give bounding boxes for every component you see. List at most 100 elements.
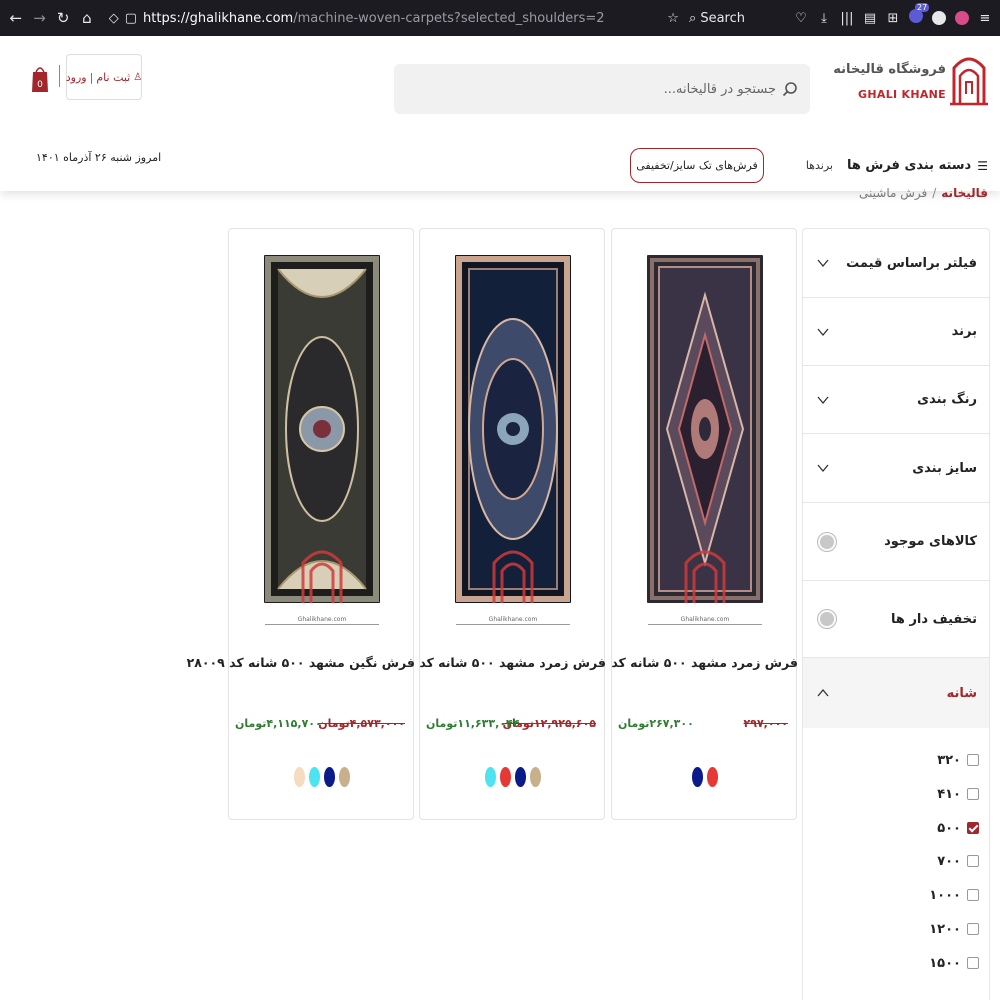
product-title[interactable]: فرش زمرد مشهد ۵۰۰ شانه کد ۱۸۱۱۶: [377, 655, 606, 670]
magnifier-icon: ⌕: [689, 10, 697, 26]
shoulder-option-label: ۵۰۰: [937, 820, 961, 836]
login-register-button[interactable]: ♙ ثبت نام | ورود: [66, 54, 142, 100]
filter-price[interactable]: فیلتر براساس قیمت: [803, 229, 989, 298]
product-card[interactable]: Ghalikhane.com فرش زمرد مشهد ۵۰۰ شانه کد…: [377, 228, 606, 820]
url-bar[interactable]: ◇ ▢ https://ghalikhane.com/machine-woven…: [109, 11, 658, 26]
chevron-down-icon: [817, 328, 829, 336]
cart-bag-icon[interactable]: 0: [30, 62, 50, 98]
menu-icon[interactable]: ≡: [978, 11, 992, 26]
shield-icon[interactable]: ◇: [109, 11, 119, 26]
site-header: فروشگاه قالیخانه GHALI KHANE ♙ ثبت نام |…: [0, 36, 1000, 191]
color-swatch[interactable]: [294, 767, 305, 787]
product-new-price: ۱۱,۶۳۳,۰۴۴تومان: [426, 717, 520, 730]
product-card[interactable]: Ghalikhane.com فرش نگین مشهد ۵۰۰ شانه کد…: [187, 228, 415, 820]
site-logo[interactable]: فروشگاه قالیخانه GHALI KHANE: [833, 54, 988, 108]
shoulder-option[interactable]: ۱۵۰۰: [803, 951, 989, 975]
login-link[interactable]: ورود: [66, 71, 87, 84]
shoulder-option[interactable]: ۱۰۰۰: [803, 883, 989, 907]
url-host: https://ghalikhane.com: [143, 10, 294, 26]
shoulder-option-label: ۱۰۰۰: [929, 887, 961, 903]
product-new-price: ۴,۱۱۵,۷۰۰تومان: [235, 717, 322, 730]
color-swatches: [229, 767, 415, 787]
extension-icon[interactable]: ⊞: [886, 11, 900, 26]
bookmark-star-icon[interactable]: ☆: [666, 11, 680, 26]
search-input[interactable]: [416, 81, 776, 97]
lock-icon[interactable]: ▢: [125, 11, 137, 26]
watermark-line: [456, 624, 570, 625]
shoulder-option[interactable]: ۴۱۰: [803, 782, 989, 806]
extension-badge-count: 27: [915, 3, 930, 12]
home-icon[interactable]: ⌂: [79, 9, 95, 27]
color-swatch[interactable]: [692, 767, 703, 787]
shoulder-checkbox[interactable]: [967, 957, 979, 969]
color-swatch[interactable]: [530, 767, 541, 787]
color-swatch[interactable]: [707, 767, 718, 787]
watermark-logo-icon: [492, 550, 534, 603]
extension-circle-icon[interactable]: [932, 11, 946, 25]
filter-size-label: سایز بندی: [912, 460, 977, 476]
shoulder-checkbox[interactable]: [967, 889, 979, 901]
shoulder-option[interactable]: ۱۲۰۰: [803, 917, 989, 941]
watermark-logo-icon: [301, 550, 343, 603]
library-icon[interactable]: |||: [840, 11, 854, 26]
color-swatch[interactable]: [515, 767, 526, 787]
register-link[interactable]: ثبت نام: [96, 71, 130, 84]
filter-shoulder-label: شانه: [946, 685, 977, 701]
back-icon[interactable]: ←: [8, 9, 24, 27]
shoulder-checkbox-checked[interactable]: [967, 822, 979, 834]
watermark-line: [648, 624, 762, 625]
shoulder-checkbox[interactable]: [967, 923, 979, 935]
extension-shield-icon[interactable]: [955, 11, 969, 25]
shoulder-checkbox[interactable]: [967, 788, 979, 800]
filter-color[interactable]: رنگ بندی: [803, 366, 989, 434]
breadcrumb-separator: /: [932, 186, 937, 200]
sidebar-icon[interactable]: ▤: [863, 11, 877, 26]
filter-in-stock-label: کالاهای موجود: [884, 534, 977, 549]
filter-size[interactable]: سایز بندی: [803, 434, 989, 503]
extension-badge-icon[interactable]: 27: [909, 3, 930, 27]
color-swatch[interactable]: [324, 767, 335, 787]
single-size-discount-link[interactable]: فرش‌های تک سایز/تخفیفی: [630, 148, 764, 183]
download-icon[interactable]: ⤓: [817, 11, 831, 26]
search-icon[interactable]: [782, 81, 798, 97]
shoulder-checkbox[interactable]: [967, 754, 979, 766]
filter-discounted[interactable]: تخفیف دار ها: [803, 581, 989, 658]
chevron-down-icon: [817, 259, 829, 267]
shoulder-option[interactable]: ۳۲۰: [803, 748, 989, 772]
discounted-toggle[interactable]: [817, 609, 837, 629]
header-divider: [59, 65, 60, 87]
filter-in-stock[interactable]: کالاهای موجود: [803, 503, 989, 581]
color-swatches: [612, 767, 798, 787]
shoulder-option[interactable]: ۵۰۰: [803, 816, 989, 840]
breadcrumb-home[interactable]: قالیخانه: [941, 186, 988, 200]
user-icon: ♙: [133, 71, 143, 83]
shoulder-checkbox[interactable]: [967, 855, 979, 867]
color-swatch[interactable]: [309, 767, 320, 787]
in-stock-toggle[interactable]: [817, 531, 837, 552]
shoulder-option-label: ۴۱۰: [937, 786, 961, 802]
watermark-logo-icon: [684, 550, 726, 603]
color-swatches: [420, 767, 606, 787]
pocket-icon[interactable]: ♡: [794, 11, 808, 26]
product-title[interactable]: فرش زمرد مشهد ۵۰۰ شانه کد ۱۸۱۱۰: [569, 655, 798, 670]
site-search[interactable]: [394, 64, 810, 114]
product-card[interactable]: Ghalikhane.com فرش زمرد مشهد ۵۰۰ شانه کد…: [569, 228, 798, 820]
browser-search-button[interactable]: ⌕ Search: [689, 11, 745, 26]
color-swatch[interactable]: [339, 767, 350, 787]
product-new-price: ۲۶۷,۳۰۰تومان: [618, 717, 694, 730]
filter-shoulder[interactable]: شانه: [803, 658, 989, 728]
shoulder-option[interactable]: ۷۰۰: [803, 849, 989, 873]
browser-search-label: Search: [700, 10, 745, 26]
cart-count: 0: [37, 80, 43, 90]
watermark-line: [265, 624, 379, 625]
brands-link[interactable]: برندها: [800, 159, 839, 172]
reload-icon[interactable]: ↻: [55, 9, 71, 27]
color-swatch[interactable]: [485, 767, 496, 787]
forward-icon[interactable]: →: [32, 9, 48, 27]
filter-brand[interactable]: برند: [803, 298, 989, 366]
categories-menu[interactable]: ☰ دسته بندی فرش ها: [847, 158, 988, 173]
product-title[interactable]: فرش نگین مشهد ۵۰۰ شانه کد ۲۸۰۰۹: [187, 655, 415, 670]
url-path: /machine-woven-carpets?selected_shoulder…: [293, 10, 605, 26]
color-swatch[interactable]: [500, 767, 511, 787]
product-old-price: ۴,۵۷۳,۰۰۰تومان: [318, 717, 405, 730]
